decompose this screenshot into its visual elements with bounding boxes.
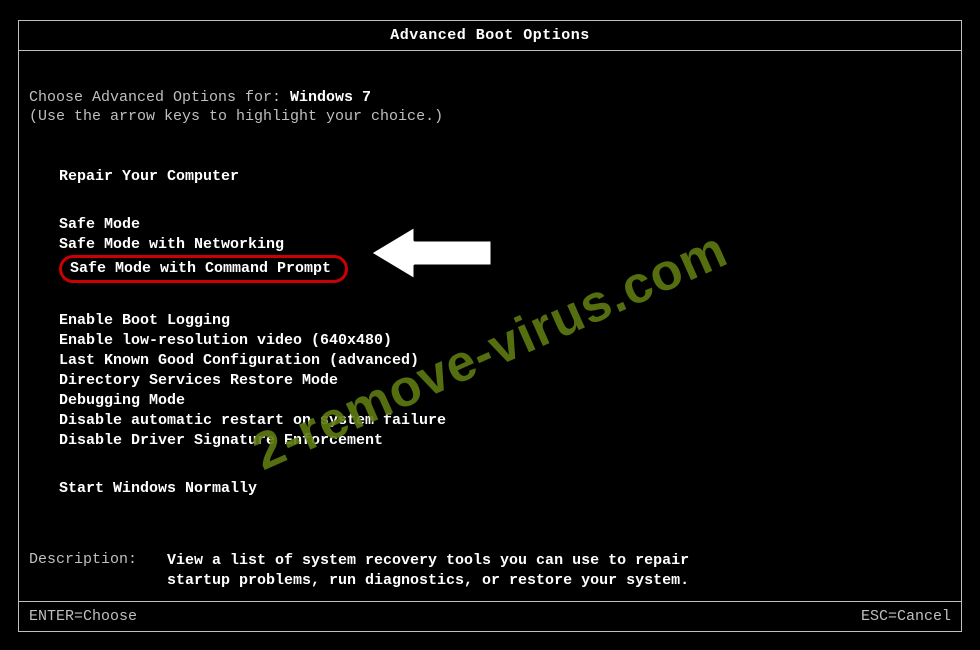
page-title: Advanced Boot Options xyxy=(19,21,961,51)
menu-item-low-res[interactable]: Enable low-resolution video (640x480) xyxy=(59,331,951,351)
menu-item-debugging[interactable]: Debugging Mode xyxy=(59,391,951,411)
boot-screen: Advanced Boot Options Choose Advanced Op… xyxy=(18,20,962,632)
menu-item-safe-mode-cmd-label: Safe Mode with Command Prompt xyxy=(59,255,348,283)
boot-menu[interactable]: Repair Your Computer Safe Mode Safe Mode… xyxy=(29,167,951,499)
footer-left-hint: ENTER=Choose xyxy=(29,608,137,625)
menu-item-repair[interactable]: Repair Your Computer xyxy=(59,167,951,187)
menu-item-disable-restart[interactable]: Disable automatic restart on system fail… xyxy=(59,411,951,431)
intro-line-2: (Use the arrow keys to highlight your ch… xyxy=(29,108,951,125)
description-text: View a list of system recovery tools you… xyxy=(167,551,727,591)
menu-item-boot-logging[interactable]: Enable Boot Logging xyxy=(59,311,951,331)
intro-prefix: Choose Advanced Options for: xyxy=(29,89,290,106)
description-label: Description: xyxy=(29,551,149,591)
menu-item-ds-restore[interactable]: Directory Services Restore Mode xyxy=(59,371,951,391)
intro-line-1: Choose Advanced Options for: Windows 7 xyxy=(29,89,951,106)
menu-item-start-normal[interactable]: Start Windows Normally xyxy=(59,479,951,499)
footer-bar: ENTER=Choose ESC=Cancel xyxy=(19,601,961,631)
menu-item-disable-sig[interactable]: Disable Driver Signature Enforcement xyxy=(59,431,951,451)
menu-item-last-known-good[interactable]: Last Known Good Configuration (advanced) xyxy=(59,351,951,371)
menu-item-safe-mode-net[interactable]: Safe Mode with Networking xyxy=(59,235,951,255)
menu-item-safe-mode[interactable]: Safe Mode xyxy=(59,215,951,235)
description-block: Description: View a list of system recov… xyxy=(29,551,951,591)
content: Choose Advanced Options for: Windows 7 (… xyxy=(19,51,961,591)
os-name: Windows 7 xyxy=(290,89,371,106)
menu-item-safe-mode-cmd[interactable]: Safe Mode with Command Prompt xyxy=(59,255,951,283)
footer-right-hint: ESC=Cancel xyxy=(861,608,951,625)
